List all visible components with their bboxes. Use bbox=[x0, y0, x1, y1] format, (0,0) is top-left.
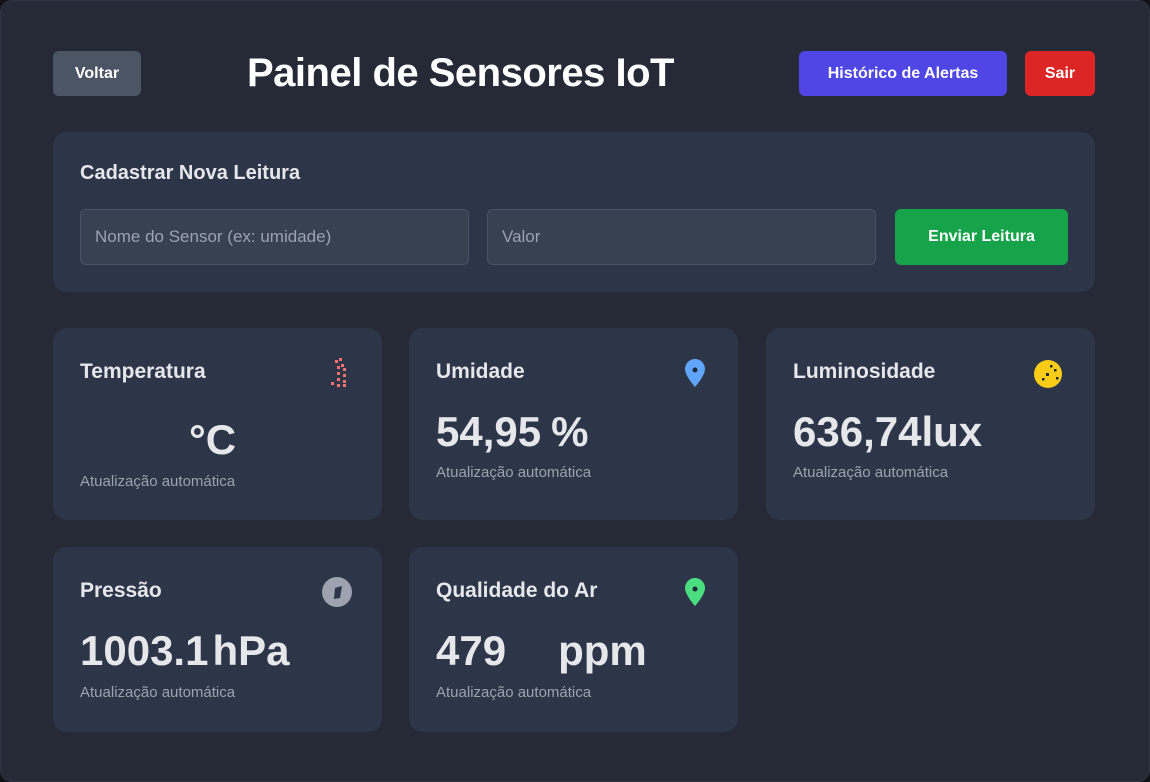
card-subtitle: Atualização automática bbox=[436, 684, 592, 701]
value-unit: hPa bbox=[212, 627, 290, 674]
card-value: 54,95% bbox=[436, 408, 588, 456]
sun-icon bbox=[1032, 356, 1064, 390]
droplet-icon bbox=[679, 356, 711, 390]
card-value: 636,74lux bbox=[793, 408, 982, 456]
value-number: 1003.1 bbox=[80, 627, 209, 674]
page-title: Painel de Sensores IoT bbox=[247, 51, 674, 95]
card-subtitle: Atualização automática bbox=[793, 464, 949, 481]
logout-button[interactable]: Sair bbox=[1025, 51, 1095, 96]
value-number: 54,95 bbox=[436, 408, 542, 455]
value-unit: °C bbox=[189, 416, 237, 463]
sensor-card-luminosidade: Luminosidade 636,74lux Atualização autom… bbox=[766, 328, 1095, 520]
gauge-icon bbox=[321, 576, 353, 610]
sensor-card-temperatura: Temperatura °C Atualização automática bbox=[53, 328, 382, 520]
new-reading-form: Cadastrar Nova Leitura Enviar Leitura bbox=[53, 132, 1095, 292]
card-subtitle: Atualização automática bbox=[80, 684, 236, 701]
card-title: Qualidade do Ar bbox=[436, 579, 598, 602]
value-number: 636,74 bbox=[793, 408, 922, 455]
card-subtitle: Atualização automática bbox=[436, 464, 592, 481]
card-title: Umidade bbox=[436, 360, 525, 383]
card-title: Luminosidade bbox=[793, 360, 936, 383]
alert-history-button[interactable]: Histórico de Alertas bbox=[799, 51, 1007, 96]
value-input[interactable] bbox=[487, 209, 876, 265]
value-unit: lux bbox=[921, 408, 983, 455]
card-title: Temperatura bbox=[80, 360, 206, 383]
card-value: 479 ppm bbox=[436, 627, 647, 675]
back-button[interactable]: Voltar bbox=[53, 51, 141, 96]
sensor-name-input[interactable] bbox=[80, 209, 469, 265]
app-window: Voltar Painel de Sensores IoT Histórico … bbox=[0, 0, 1150, 782]
sensor-card-qualidade-ar: Qualidade do Ar 479 ppm Atualização autom… bbox=[409, 547, 738, 732]
submit-reading-button[interactable]: Enviar Leitura bbox=[895, 209, 1068, 265]
header: Voltar Painel de Sensores IoT Histórico … bbox=[53, 51, 1095, 96]
sensor-card-pressao: Pressão 1003.1hPa Atualização automática bbox=[53, 547, 382, 732]
card-value: °C bbox=[179, 416, 236, 464]
leaf-icon bbox=[679, 576, 711, 610]
card-value: 1003.1hPa bbox=[80, 627, 290, 675]
form-title: Cadastrar Nova Leitura bbox=[80, 162, 301, 184]
card-title: Pressão bbox=[80, 579, 162, 602]
value-number: 479 bbox=[436, 627, 507, 674]
thermometer-icon bbox=[323, 356, 355, 390]
value-unit: ppm bbox=[558, 627, 647, 674]
value-unit: % bbox=[551, 408, 589, 455]
sensor-card-umidade: Umidade 54,95% Atualização automática bbox=[409, 328, 738, 520]
card-subtitle: Atualização automática bbox=[80, 473, 236, 490]
